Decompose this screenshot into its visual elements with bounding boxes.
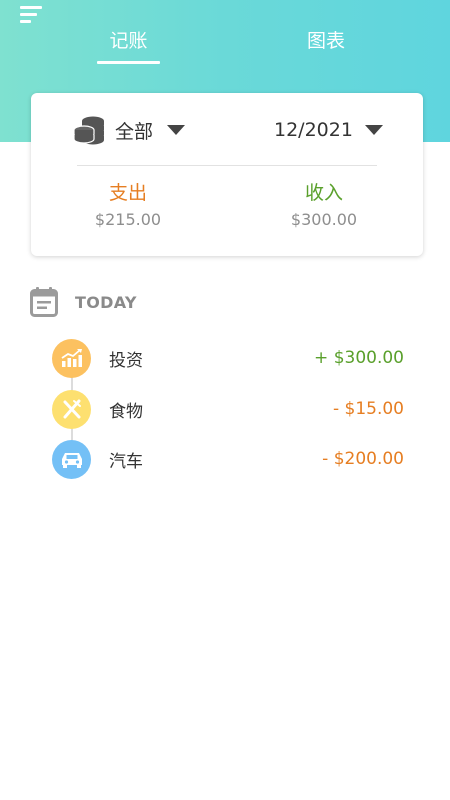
tab-charts[interactable]: 图表 [292,26,360,66]
card-divider [77,165,377,166]
date-filter-label: 12/2021 [274,119,353,141]
investment-chart-icon [52,338,91,378]
account-filter-label: 全部 [115,120,154,143]
transaction-row[interactable]: 汽车 - $200.00 [52,439,412,479]
today-label: TODAY [75,292,137,312]
car-icon [52,439,91,479]
income-amount: $300.00 [290,210,358,229]
chevron-down-icon [364,125,383,135]
calendar-icon [30,287,58,317]
transaction-row[interactable]: 食物 - $15.00 [52,389,412,429]
expense-summary[interactable]: 支出 $215.00 [68,179,188,233]
menu-icon-line-3 [20,20,31,23]
expense-title: 支出 [108,182,147,204]
transaction-name: 投资 [109,350,143,371]
transaction-name: 食物 [109,401,143,422]
income-title: 收入 [304,182,343,204]
tab-records[interactable]: 记账 [97,26,160,66]
coins-icon [73,116,104,145]
active-tab-indicator [97,61,160,64]
menu-icon-line-2 [20,13,37,16]
transaction-amount: - $15.00 [332,399,404,419]
summary-card: 全部 12/2021 支出 $215.00 收入 $300.00 [31,93,423,256]
transaction-row[interactable]: 投资 + $300.00 [52,338,412,378]
today-section-header: TODAY [30,286,137,318]
fork-knife-icon [52,389,91,429]
expense-amount: $215.00 [94,210,162,229]
transaction-name: 汽车 [109,451,143,472]
menu-icon-line-1 [20,6,42,9]
account-filter-dropdown[interactable]: 全部 [73,115,186,145]
income-summary[interactable]: 收入 $300.00 [264,179,384,233]
chevron-down-icon [167,125,186,135]
transaction-amount: + $300.00 [314,348,404,368]
menu-button[interactable] [20,6,44,28]
transaction-amount: - $200.00 [322,449,404,469]
date-filter-dropdown[interactable]: 12/2021 [274,115,383,145]
